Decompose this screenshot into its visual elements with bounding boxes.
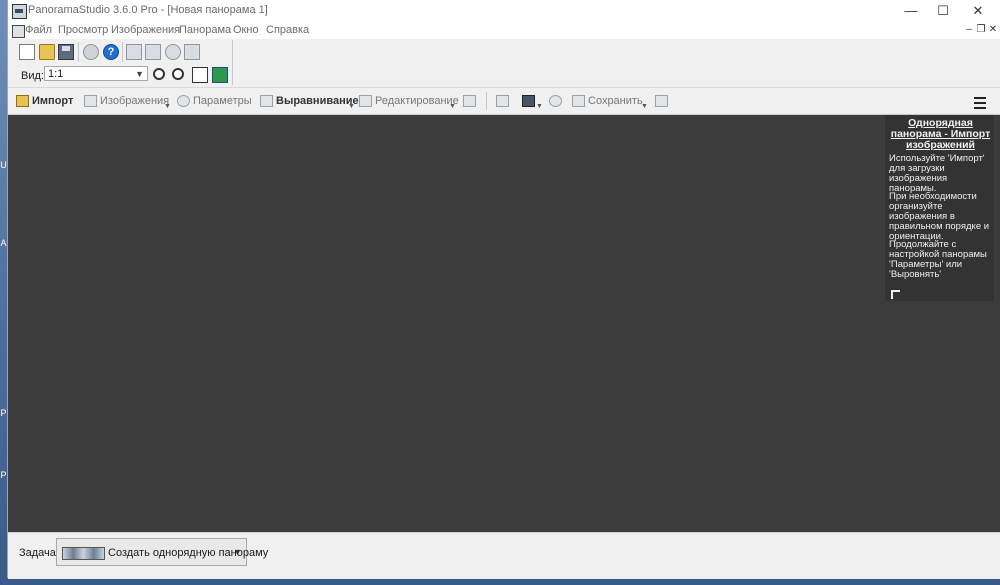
- side-panel-title: Однорядная панорама - Импорт изображений: [890, 117, 991, 151]
- desktop-edge-glyph: P: [0, 408, 7, 418]
- print-button[interactable]: [655, 88, 671, 114]
- zoom-select[interactable]: 1:1 ▼: [44, 66, 148, 81]
- task-label: Задача:: [19, 547, 59, 559]
- zoom-fit-icon[interactable]: [192, 67, 208, 83]
- menu-file[interactable]: Файл: [25, 24, 52, 36]
- workflow-import-label: Импорт: [32, 95, 74, 107]
- crop-icon: [463, 95, 476, 108]
- save-disk-icon[interactable]: [58, 44, 74, 60]
- workflow-save-button[interactable]: Сохранить: [572, 88, 643, 114]
- images-icon: [84, 95, 97, 108]
- printer-icon: [655, 95, 668, 108]
- export-icon: [496, 95, 509, 108]
- side-panel-paragraph: При необходимости организуйте изображени…: [889, 191, 990, 242]
- save-icon: [572, 95, 585, 108]
- zoom-in-icon[interactable]: [153, 68, 165, 80]
- toolbar-separator: [232, 40, 233, 85]
- app-window: PanoramaStudio 3.6.0 Pro - [Новая панора…: [7, 0, 1000, 579]
- parameters-icon: [177, 95, 190, 108]
- workflow-align-label: Выравнивание: [276, 95, 359, 107]
- export-image-icon[interactable]: [184, 44, 200, 60]
- workflow-images-label: Изображения: [100, 95, 170, 107]
- task-select[interactable]: Создать однорядную панораму ▼: [56, 538, 268, 566]
- align-icon: [260, 95, 273, 108]
- view-label: Вид:: [21, 70, 44, 82]
- menu-images[interactable]: Изображения: [111, 24, 180, 36]
- side-panel-paragraph: Продолжайте с настройкой панорамы 'Парам…: [889, 239, 987, 280]
- chevron-down-icon: ▼: [135, 69, 144, 79]
- workflow-save-label: Сохранить: [588, 95, 643, 107]
- task-bar: Задача: Создать однорядную панораму ▼: [8, 532, 1000, 579]
- help-icon[interactable]: ?: [103, 44, 119, 60]
- window-title: PanoramaStudio 3.6.0 Pro - [Новая панора…: [28, 4, 268, 16]
- mdi-close-button[interactable]: ✕: [986, 24, 1000, 35]
- preview-image-icon[interactable]: [212, 67, 228, 83]
- workspace-right-edge: [994, 115, 1000, 532]
- document-icon[interactable]: [12, 25, 25, 38]
- workflow-align-button[interactable]: Выравнивание: [260, 88, 359, 114]
- help-side-panel: Однорядная панорама - Импорт изображений…: [885, 115, 994, 301]
- export-button[interactable]: [496, 88, 512, 114]
- workflow-edit-button[interactable]: Редактирование: [359, 88, 459, 114]
- task-select-value: Создать однорядную панораму: [108, 547, 269, 559]
- crop-button[interactable]: [463, 88, 479, 114]
- menu-view[interactable]: Просмотр: [58, 24, 108, 36]
- toolbar-separator: [78, 42, 79, 62]
- flip-image-icon[interactable]: [145, 44, 161, 60]
- desktop-edge-glyph: U: [0, 160, 7, 170]
- app-icon[interactable]: [12, 4, 27, 19]
- toolbar-panel: ? Вид: 1:1 ▼: [8, 39, 1000, 88]
- menu-window[interactable]: Окно: [233, 24, 259, 36]
- menu-bar: Файл Просмотр Изображения Панорама Окно …: [8, 22, 1000, 39]
- workflow-parameters-button[interactable]: Параметры: [177, 88, 252, 114]
- rotate-image-icon[interactable]: [126, 44, 142, 60]
- new-document-icon[interactable]: [19, 44, 35, 60]
- edit-icon: [359, 95, 372, 108]
- panorama-workspace[interactable]: [8, 115, 885, 532]
- panorama-thumbnail-icon: [62, 547, 105, 560]
- info-icon[interactable]: [83, 44, 99, 60]
- desktop-edge-glyph: A: [0, 238, 7, 248]
- chevron-down-icon: ▼: [233, 547, 242, 557]
- workflow-parameters-label: Параметры: [193, 95, 252, 107]
- menu-help[interactable]: Справка: [266, 24, 309, 36]
- toolbar-separator: [486, 92, 487, 110]
- workflow-edit-label: Редактирование: [375, 95, 459, 107]
- workflow-images-button[interactable]: Изображения: [84, 88, 169, 114]
- menu-panorama[interactable]: Панорама: [179, 24, 231, 36]
- chevron-down-icon[interactable]: ▼: [164, 103, 171, 110]
- open-folder-icon[interactable]: [39, 44, 55, 60]
- zoom-out-icon[interactable]: [172, 68, 184, 80]
- publish-icon: [549, 95, 562, 108]
- collapse-panel-icon[interactable]: [891, 290, 900, 299]
- close-button[interactable]: ✕: [955, 0, 1000, 22]
- chevron-down-icon[interactable]: ▼: [641, 103, 648, 110]
- chevron-down-icon[interactable]: ▼: [348, 103, 355, 110]
- import-icon: [16, 95, 29, 108]
- floppy-icon: [522, 95, 535, 108]
- chevron-down-icon[interactable]: ▼: [536, 103, 543, 110]
- workflow-bar: Импорт Изображения ▼ Параметры Выравнива…: [8, 88, 1000, 115]
- desktop-edge-glyph: P: [0, 470, 7, 480]
- save-as-button[interactable]: [522, 88, 538, 114]
- workspace-right-area: [885, 301, 994, 532]
- color-adjust-icon[interactable]: [165, 44, 181, 60]
- title-bar: PanoramaStudio 3.6.0 Pro - [Новая панора…: [8, 0, 1000, 22]
- side-panel-paragraph: Используйте 'Импорт' для загрузки изобра…: [889, 153, 985, 194]
- toolbar-separator: [122, 42, 123, 62]
- chevron-down-icon[interactable]: ▼: [449, 103, 456, 110]
- publish-button[interactable]: [549, 88, 565, 114]
- hamburger-menu-icon[interactable]: [974, 97, 986, 112]
- workflow-import-button[interactable]: Импорт: [16, 88, 73, 114]
- zoom-select-value: 1:1: [48, 68, 64, 80]
